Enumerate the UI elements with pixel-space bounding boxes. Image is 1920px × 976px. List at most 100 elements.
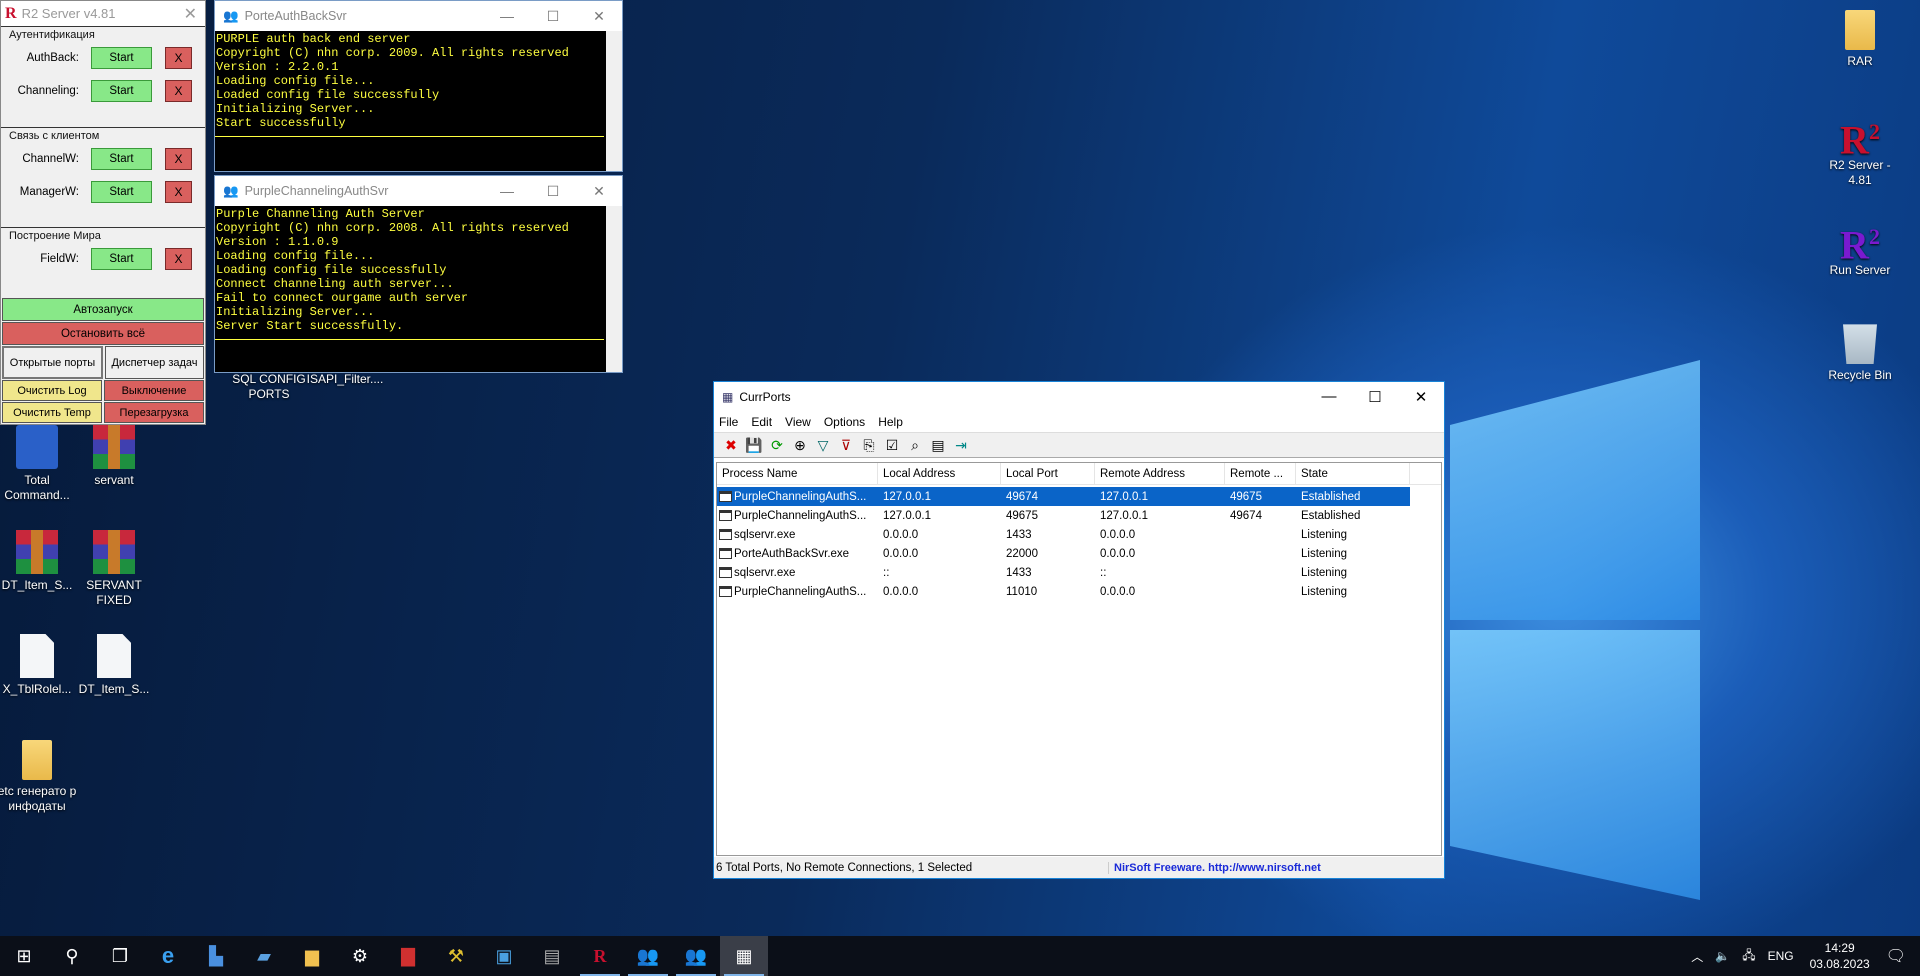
channeling-stop-button[interactable]: X [165,79,192,102]
r2-server-taskbar-icon[interactable]: R [576,936,624,976]
maximize-button[interactable]: ☐ [530,183,576,200]
clear-temp-button[interactable]: Очистить Temp [2,402,102,423]
desktop-icon-x-tblrole[interactable]: X_TblRolel... [0,634,77,697]
desktop-icon-r2-server[interactable]: R2 R2 Server - 4.81 [1820,110,1900,188]
desktop-icon-etc-folder[interactable]: etc генерато р инфодаты [0,740,77,814]
channelw-start-button[interactable]: Start [91,147,152,170]
cell: 127.0.0.1 [1100,509,1148,522]
copy-icon[interactable]: ⎘ [860,437,878,454]
currports-taskbar-icon[interactable]: ▦ [720,936,768,976]
minimize-button[interactable]: — [484,8,530,25]
menu-edit[interactable]: Edit [751,415,772,429]
table-row[interactable]: PurpleChannelingAuthS... 0.0.0.0 11010 0.0.… [717,582,1441,601]
managerw-stop-button[interactable]: X [165,180,192,203]
server-manager-icon[interactable]: ▙ [192,936,240,976]
purple-channeling-taskbar-icon[interactable]: 👥 [672,936,720,976]
desktop-icon-recycle-bin[interactable]: Recycle Bin [1820,320,1900,383]
internet-explorer-icon[interactable]: e [144,936,192,976]
porte-auth-taskbar-icon[interactable]: 👥 [624,936,672,976]
authback-stop-button[interactable]: X [165,46,192,69]
desktop-icon-run-server[interactable]: R2 Run Server [1820,215,1900,278]
desktop-icon-servant-fixed[interactable]: SERVANT FIXED [74,530,154,608]
close-button[interactable]: ✕ [184,4,197,24]
html-report-icon[interactable]: ▤ [929,437,947,454]
scrollbar[interactable] [606,206,622,372]
volume-icon[interactable]: 🔈 [1715,949,1730,963]
nirsoft-link[interactable]: NirSoft Freeware. http://www.nirsoft.net [1109,862,1321,874]
column-local-port[interactable]: Local Port [1001,463,1095,484]
clear-log-button[interactable]: Очистить Log [2,380,102,401]
title-bar[interactable]: 👥 PurpleChannelingAuthSvr — ☐ ✕ [215,176,622,206]
properties-icon[interactable]: ☑ [883,437,901,454]
title-bar[interactable]: 👥 PorteAuthBackSvr — ☐ ✕ [215,1,622,31]
menu-options[interactable]: Options [824,415,865,429]
maximize-button[interactable]: ☐ [1352,388,1398,406]
close-connection-icon[interactable]: ✖ [722,437,740,454]
table-row[interactable]: PurpleChannelingAuthS... 127.0.0.1 49674 12… [717,487,1410,506]
title-bar[interactable]: R R2 Server v4.81 ✕ [1,1,205,26]
title-bar[interactable]: ▦ CurrPorts — ☐ ✕ [714,382,1444,412]
column-remote-port[interactable]: Remote ... [1225,463,1296,484]
scrollbar[interactable] [606,31,622,171]
search-icon[interactable]: ⚲ [48,936,96,976]
task-view-icon[interactable]: ❐ [96,936,144,976]
clock[interactable]: 14:29 03.08.2023 [1810,940,1870,972]
network-icon[interactable]: 🖧 [1742,946,1755,967]
table-row[interactable]: PurpleChannelingAuthS... 127.0.0.1 49675 12… [717,506,1441,525]
performance-monitor-icon[interactable]: ▤ [528,936,576,976]
start-button[interactable]: ⊞ [0,936,48,976]
language-indicator[interactable]: ENG [1768,949,1794,963]
table-row[interactable]: sqlservr.exe:: 1433:: Listening [717,563,1441,582]
find-icon[interactable]: ⌕ [906,437,924,454]
desktop-label-isapi[interactable]: ISAPI_Filter.... [300,372,390,387]
desktop-icon-rar[interactable]: RAR [1820,10,1900,69]
autostart-button[interactable]: Автозапуск [2,298,204,321]
maximize-button[interactable]: ☐ [530,8,576,25]
channeling-start-button[interactable]: Start [91,79,152,102]
tools-icon[interactable]: ⚒ [432,936,480,976]
settings-gear-icon[interactable]: ⚙ [336,936,384,976]
column-state[interactable]: State [1296,463,1410,484]
column-local-address[interactable]: Local Address [878,463,1001,484]
minimize-button[interactable]: — [484,183,530,200]
column-remote-address[interactable]: Remote Address [1095,463,1225,484]
cell: sqlservr.exe [734,566,796,579]
open-ports-button[interactable]: Открытые порты [2,346,103,379]
fieldw-stop-button[interactable]: X [165,247,192,270]
desktop-icon-total-commander[interactable]: Total Command... [0,425,77,503]
notifications-icon[interactable]: 🗨 [1886,946,1906,966]
shutdown-button[interactable]: Выключение [104,380,204,401]
menu-file[interactable]: File [719,415,738,429]
fieldw-start-button[interactable]: Start [91,247,152,270]
save-icon[interactable]: 💾 [745,437,763,454]
authback-start-button[interactable]: Start [91,46,152,69]
chevron-up-icon[interactable]: ︿ [1691,948,1703,965]
menu-help[interactable]: Help [878,415,903,429]
desktop-icon-servant[interactable]: servant [74,425,154,488]
close-button[interactable]: ✕ [576,183,622,200]
minimize-button[interactable]: — [1306,388,1352,406]
clear-filter-icon[interactable]: ⊽ [837,437,855,454]
table-row[interactable]: sqlservr.exe 0.0.0.0 1433 0.0.0.0 Listening [717,525,1441,544]
channelw-stop-button[interactable]: X [165,147,192,170]
reboot-button[interactable]: Перезагрузка [104,402,204,423]
menu-view[interactable]: View [785,415,811,429]
toolbox-icon[interactable]: ▇ [384,936,432,976]
column-process-name[interactable]: Process Name [717,463,878,484]
refresh-icon[interactable]: ⟳ [768,437,786,454]
close-button[interactable]: ✕ [576,8,622,25]
task-manager-button[interactable]: Диспетчер задач [105,346,204,379]
target-icon[interactable]: ⊕ [791,437,809,454]
stop-all-button[interactable]: Остановить всё [2,322,204,345]
control-panel-icon[interactable]: ▣ [480,936,528,976]
managerw-start-button[interactable]: Start [91,180,152,203]
close-button[interactable]: ✕ [1398,388,1444,406]
remote-desktop-icon[interactable]: ▰ [240,936,288,976]
exit-icon[interactable]: ⇥ [952,437,970,454]
desktop-icon-dt-item[interactable]: DT_Item_S... [0,530,77,593]
table-row[interactable]: PorteAuthBackSvr.exe 0.0.0.0 22000 0.0.0.0 L… [717,544,1441,563]
group-client-connection: Связь с клиентом ChannelW: Start X Manager… [1,127,205,227]
filter-icon[interactable]: ▽ [814,437,832,454]
file-explorer-icon[interactable]: ▆ [288,936,336,976]
desktop-icon-dt-item-file[interactable]: DT_Item_S... [74,634,154,697]
